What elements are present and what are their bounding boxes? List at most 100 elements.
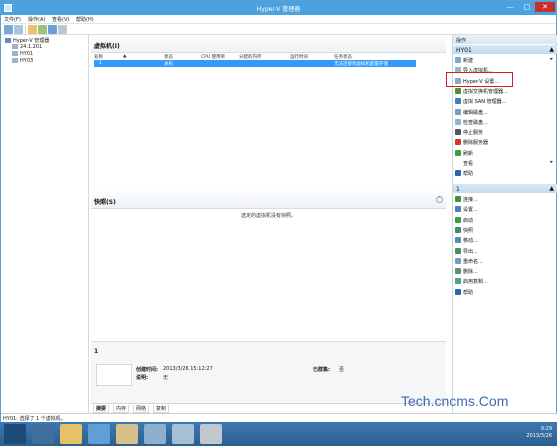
hyperv-manager-icon — [5, 38, 11, 43]
title-bar[interactable]: Hyper-V 管理器 — □ ✕ — [1, 1, 556, 15]
vm-action-4[interactable]: 移动... — [453, 236, 557, 244]
help-icon — [455, 170, 461, 177]
forward-icon[interactable] — [14, 25, 23, 34]
move-icon — [455, 237, 461, 244]
collapse-icon[interactable]: ⌃ — [436, 196, 443, 203]
new-icon — [455, 57, 461, 63]
tab-replication[interactable]: 复制 — [153, 405, 170, 413]
vm-help-icon — [455, 288, 461, 295]
collapse-arrow-icon[interactable]: ▲ — [549, 46, 554, 53]
server-icon — [12, 58, 18, 63]
clock[interactable]: 9:29 2013/3/26 — [526, 426, 552, 440]
menu-file[interactable]: 文件(F) — [4, 16, 21, 23]
action-label: 导出... — [463, 248, 478, 255]
network-icon[interactable] — [172, 424, 194, 444]
action-label: 帮助 — [463, 171, 474, 178]
vm-action-2[interactable]: 启动 — [453, 216, 557, 224]
refresh-icon — [455, 149, 461, 156]
window-title: Hyper-V 管理器 — [256, 6, 301, 13]
host-action-10[interactable]: 查看 ▸ — [453, 159, 557, 167]
action-label: 移动... — [463, 238, 478, 245]
up-folder-icon[interactable] — [28, 25, 37, 34]
action-label: 检查磁盘... — [463, 119, 488, 126]
properties-icon[interactable] — [58, 25, 67, 34]
host-action-4[interactable]: 虚拟 SAN 管理器... — [453, 97, 557, 105]
vm-section-header[interactable]: 1 ▲ — [453, 184, 557, 193]
actions-pane: 操作 HY01 ▲ 新建 ▸ 导入虚拟机... Hyper-V 设置... 虚拟交换机管理… — [452, 35, 557, 413]
close-button[interactable]: ✕ — [535, 2, 555, 12]
vm-action-6[interactable]: 重命名... — [453, 257, 557, 265]
tab-network[interactable]: 网络 — [133, 405, 150, 413]
start-icon[interactable] — [4, 424, 26, 444]
tree-node-server[interactable]: 24.1.201 — [12, 44, 42, 50]
vm-table-header: 名称 ▲ 状态 CPU 使用率 分配的内存 运行时间 任务状态 — [91, 53, 446, 60]
tree-root[interactable]: Hyper-V 管理器 — [5, 37, 49, 44]
vm-action-0[interactable]: 连接... — [453, 195, 557, 203]
server-manager-icon[interactable] — [32, 424, 54, 444]
host-action-8[interactable]: 删除服务器 — [453, 138, 557, 146]
vm-action-5[interactable]: 导出... — [453, 247, 557, 255]
menu-view[interactable]: 查看(V) — [52, 16, 69, 23]
action-label: 帮助 — [463, 289, 474, 296]
menu-help[interactable]: 帮助(H) — [76, 16, 94, 23]
host-action-0[interactable]: 新建 ▸ — [453, 56, 557, 64]
clustered-label: 已群集: — [313, 367, 330, 373]
tree-node-hy03[interactable]: HY03 — [12, 58, 33, 64]
vm-panel-title: 虚拟机(I) — [94, 43, 120, 50]
tree-node-hy01[interactable]: HY01 — [12, 51, 33, 57]
notes-value: 无 — [163, 375, 169, 381]
toolbar-separator — [25, 26, 26, 33]
server-icon — [12, 44, 18, 49]
folder-icon[interactable] — [116, 424, 138, 444]
menu-action[interactable]: 操作(A) — [28, 16, 45, 23]
show-tree-icon[interactable] — [38, 25, 47, 34]
hyperv-taskbar-icon[interactable] — [144, 424, 166, 444]
host-action-7[interactable]: 停止服务 — [453, 128, 557, 136]
host-action-6[interactable]: 检查磁盘... — [453, 118, 557, 126]
action-label: 快照 — [463, 227, 474, 234]
tools-icon[interactable] — [200, 424, 222, 444]
vm-action-3[interactable]: 快照 — [453, 226, 557, 234]
tab-memory[interactable]: 内存 — [113, 405, 130, 413]
connect-icon — [455, 196, 461, 202]
vm-action-7[interactable]: 删除... — [453, 267, 557, 275]
watermark: Tech.cncms.Com — [401, 393, 509, 409]
explorer-icon[interactable] — [60, 424, 82, 444]
detail-title: 1 — [94, 348, 99, 355]
switch-icon — [455, 87, 461, 94]
host-section-header[interactable]: HY01 ▲ — [453, 45, 557, 54]
created-value: 2013/3/26 15:12:27 — [163, 366, 213, 372]
host-action-11[interactable]: 帮助 — [453, 169, 557, 177]
view-icon — [455, 160, 461, 166]
action-label: 删除... — [463, 269, 478, 276]
vm-action-1[interactable]: 设置... — [453, 205, 557, 213]
host-action-3[interactable]: 虚拟交换机管理器... — [453, 87, 557, 95]
system-tray: 9:29 2013/3/26 — [485, 426, 555, 442]
action-label: 刷新 — [463, 150, 474, 157]
submenu-arrow-icon: ▸ — [550, 56, 553, 62]
vm-settings-icon — [455, 206, 461, 213]
center-pane: 虚拟机(I) 名称 ▲ 状态 CPU 使用率 分配的内存 运行时间 任务状态 1… — [91, 35, 446, 414]
actions-header: 操作 — [453, 35, 557, 44]
minimize-button[interactable]: — — [502, 2, 518, 12]
action-label: 停止服务 — [463, 130, 484, 137]
help-toolbar-icon[interactable] — [48, 25, 57, 34]
back-icon[interactable] — [4, 25, 13, 34]
host-action-5[interactable]: 编辑磁盘... — [453, 108, 557, 116]
vm-action-8[interactable]: 启用复制... — [453, 277, 557, 285]
hyperv-window: Hyper-V 管理器 — □ ✕ 文件(F) 操作(A) 查看(V) 帮助(H… — [0, 0, 557, 446]
action-label: 虚拟 SAN 管理器... — [463, 99, 507, 106]
inspect-disk-icon — [455, 118, 461, 125]
toolbar — [1, 24, 556, 35]
tab-summary[interactable]: 摘要 — [93, 405, 110, 413]
maximize-button[interactable]: □ — [519, 2, 535, 12]
host-action-9[interactable]: 刷新 — [453, 149, 557, 157]
start-icon — [455, 216, 461, 223]
vm-action-9[interactable]: 帮助 — [453, 288, 557, 296]
vm-status: 无法连接到虚拟机配置存储 — [334, 62, 388, 67]
powershell-icon[interactable] — [88, 424, 110, 444]
table-row[interactable]: 1 关机 无法连接到虚拟机配置存储 — [94, 60, 416, 67]
collapse-arrow-icon[interactable]: ▲ — [549, 185, 554, 192]
server-icon — [12, 51, 18, 56]
clustered-value: 否 — [339, 367, 345, 373]
